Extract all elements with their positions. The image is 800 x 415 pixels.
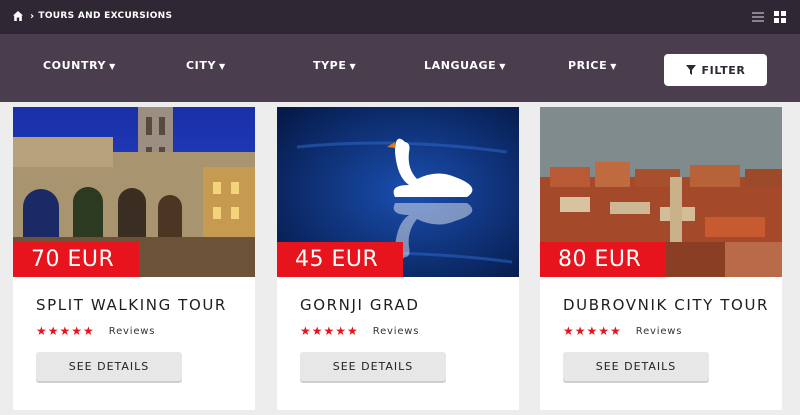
tour-card: 45 EUR GORNJI GRAD ★★★★★ Reviews SEE DET…: [277, 107, 519, 410]
filter-button[interactable]: FILTER: [664, 54, 767, 86]
filter-country-label: COUNTRY: [43, 59, 107, 72]
rating: ★★★★★ Reviews: [563, 324, 682, 338]
see-details-button[interactable]: SEE DETAILS: [36, 352, 182, 381]
top-bar: › TOURS AND EXCURSIONS: [0, 0, 800, 34]
filter-price-dropdown[interactable]: PRICE ▼: [568, 59, 617, 72]
rating: ★★★★★ Reviews: [300, 324, 419, 338]
filter-city-dropdown[interactable]: CITY ▼: [186, 59, 226, 72]
price-badge: 80 EUR: [540, 242, 666, 277]
price-badge: 70 EUR: [13, 242, 139, 277]
filter-language-label: LANGUAGE: [424, 59, 497, 72]
caret-down-icon: ▼: [610, 62, 617, 71]
filter-type-dropdown[interactable]: TYPE ▼: [313, 59, 356, 72]
filter-button-label: FILTER: [701, 63, 746, 77]
breadcrumb: › TOURS AND EXCURSIONS: [12, 10, 172, 22]
grid-view-icon[interactable]: [774, 11, 786, 23]
reviews-link[interactable]: Reviews: [109, 326, 156, 337]
funnel-icon: [685, 65, 696, 75]
reviews-link[interactable]: Reviews: [373, 326, 420, 337]
rating-stars: ★★★★★: [36, 324, 95, 338]
filter-bar: COUNTRY ▼ CITY ▼ TYPE ▼ LANGUAGE ▼ PRICE ▼ FI…: [0, 34, 800, 102]
caret-down-icon: ▼: [499, 62, 506, 71]
caret-down-icon: ▼: [109, 62, 116, 71]
rating-stars: ★★★★★: [300, 324, 359, 338]
price-badge: 45 EUR: [277, 242, 403, 277]
tour-title[interactable]: DUBROVNIK CITY TOUR: [563, 296, 769, 314]
home-icon[interactable]: [12, 10, 24, 22]
tour-card: 70 EUR SPLIT WALKING TOUR ★★★★★ Reviews …: [13, 107, 255, 410]
tour-title[interactable]: SPLIT WALKING TOUR: [36, 296, 227, 314]
list-view-icon[interactable]: [752, 12, 764, 22]
filter-country-dropdown[interactable]: COUNTRY ▼: [43, 59, 116, 72]
filter-type-label: TYPE: [313, 59, 347, 72]
caret-down-icon: ▼: [219, 62, 226, 71]
chevron-right-icon: ›: [30, 10, 35, 22]
filter-price-label: PRICE: [568, 59, 608, 72]
see-details-button[interactable]: SEE DETAILS: [300, 352, 446, 381]
filter-city-label: CITY: [186, 59, 217, 72]
tour-card: 80 EUR DUBROVNIK CITY TOUR ★★★★★ Reviews…: [540, 107, 782, 410]
breadcrumb-label[interactable]: TOURS AND EXCURSIONS: [38, 11, 172, 21]
rating-stars: ★★★★★: [563, 324, 622, 338]
tour-title[interactable]: GORNJI GRAD: [300, 296, 420, 314]
reviews-link[interactable]: Reviews: [636, 326, 683, 337]
caret-down-icon: ▼: [349, 62, 357, 71]
filter-language-dropdown[interactable]: LANGUAGE ▼: [424, 59, 506, 72]
rating: ★★★★★ Reviews: [36, 324, 155, 338]
see-details-button[interactable]: SEE DETAILS: [563, 352, 709, 381]
